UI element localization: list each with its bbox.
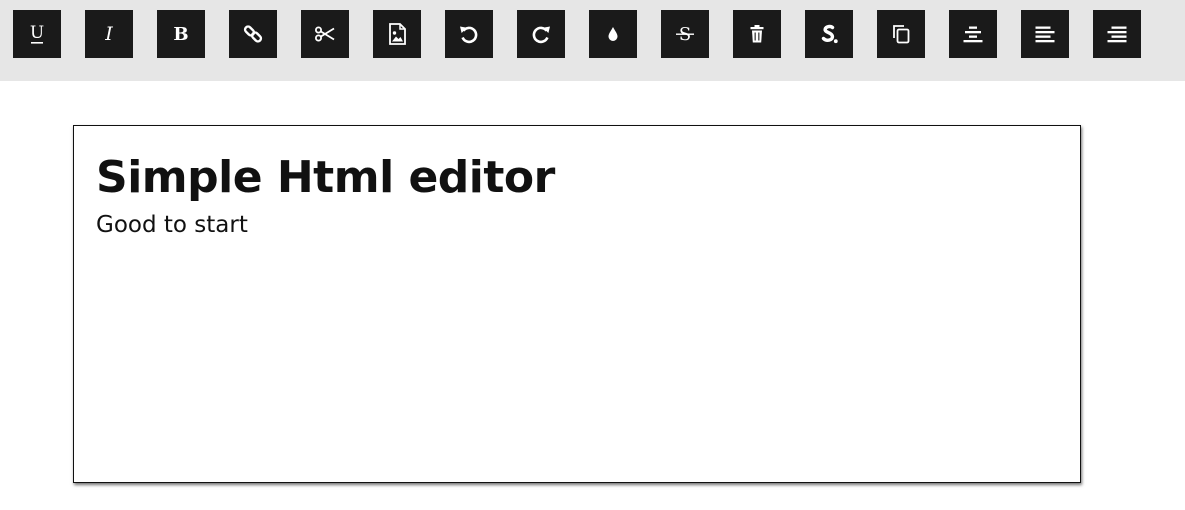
- align-center-icon: [961, 22, 985, 46]
- align-right-icon: [1105, 22, 1129, 46]
- bold-button[interactable]: B: [157, 10, 205, 58]
- cut-button[interactable]: [301, 10, 349, 58]
- align-left-icon: [1033, 22, 1057, 46]
- italic-icon: I: [97, 22, 121, 46]
- redo-icon: [529, 22, 553, 46]
- text-color-button[interactable]: [589, 10, 637, 58]
- copy-button[interactable]: [877, 10, 925, 58]
- editor-toolbar: U I B S: [0, 0, 1185, 81]
- trash-icon: [745, 22, 769, 46]
- editor-content-area[interactable]: Simple Html editor Good to start: [73, 125, 1081, 483]
- bold-label: B: [173, 24, 188, 45]
- document-heading[interactable]: Simple Html editor: [96, 150, 555, 206]
- underline-label: U: [30, 23, 44, 43]
- ink-drop-icon: [601, 22, 625, 46]
- clear-format-button[interactable]: [805, 10, 853, 58]
- strikethrough-button[interactable]: S: [661, 10, 709, 58]
- italic-label: I: [104, 23, 113, 45]
- underline-button[interactable]: U: [13, 10, 61, 58]
- document-paragraph[interactable]: Good to start: [96, 210, 248, 240]
- italic-button[interactable]: I: [85, 10, 133, 58]
- link-button[interactable]: [229, 10, 277, 58]
- clear-format-icon: [817, 22, 841, 46]
- link-icon: [241, 22, 265, 46]
- align-left-button[interactable]: [1021, 10, 1069, 58]
- align-right-button[interactable]: [1093, 10, 1141, 58]
- scissors-icon: [313, 22, 337, 46]
- undo-button[interactable]: [445, 10, 493, 58]
- align-center-button[interactable]: [949, 10, 997, 58]
- strikethrough-icon: S: [673, 22, 697, 46]
- delete-button[interactable]: [733, 10, 781, 58]
- bold-icon: B: [169, 22, 193, 46]
- underline-icon: U: [25, 22, 49, 46]
- undo-icon: [457, 22, 481, 46]
- insert-image-button[interactable]: [373, 10, 421, 58]
- image-file-icon: [385, 22, 409, 46]
- copy-icon: [889, 22, 913, 46]
- redo-button[interactable]: [517, 10, 565, 58]
